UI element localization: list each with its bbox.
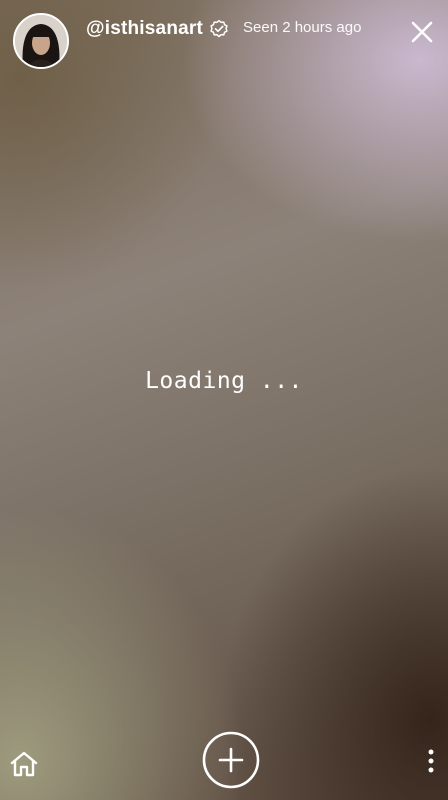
add-button[interactable]: [202, 731, 260, 789]
avatar-image: [15, 15, 67, 67]
last-seen-text: Seen 2 hours ago: [243, 19, 362, 36]
home-icon[interactable]: [9, 750, 39, 778]
more-options-icon[interactable]: [424, 749, 438, 773]
username[interactable]: @isthisanart: [86, 18, 203, 40]
verified-badge-icon: [210, 19, 228, 38]
close-icon[interactable]: [409, 19, 435, 45]
loading-text: Loading ...: [145, 368, 303, 394]
user-avatar[interactable]: [13, 13, 69, 69]
username-row: @isthisanart: [86, 15, 229, 43]
